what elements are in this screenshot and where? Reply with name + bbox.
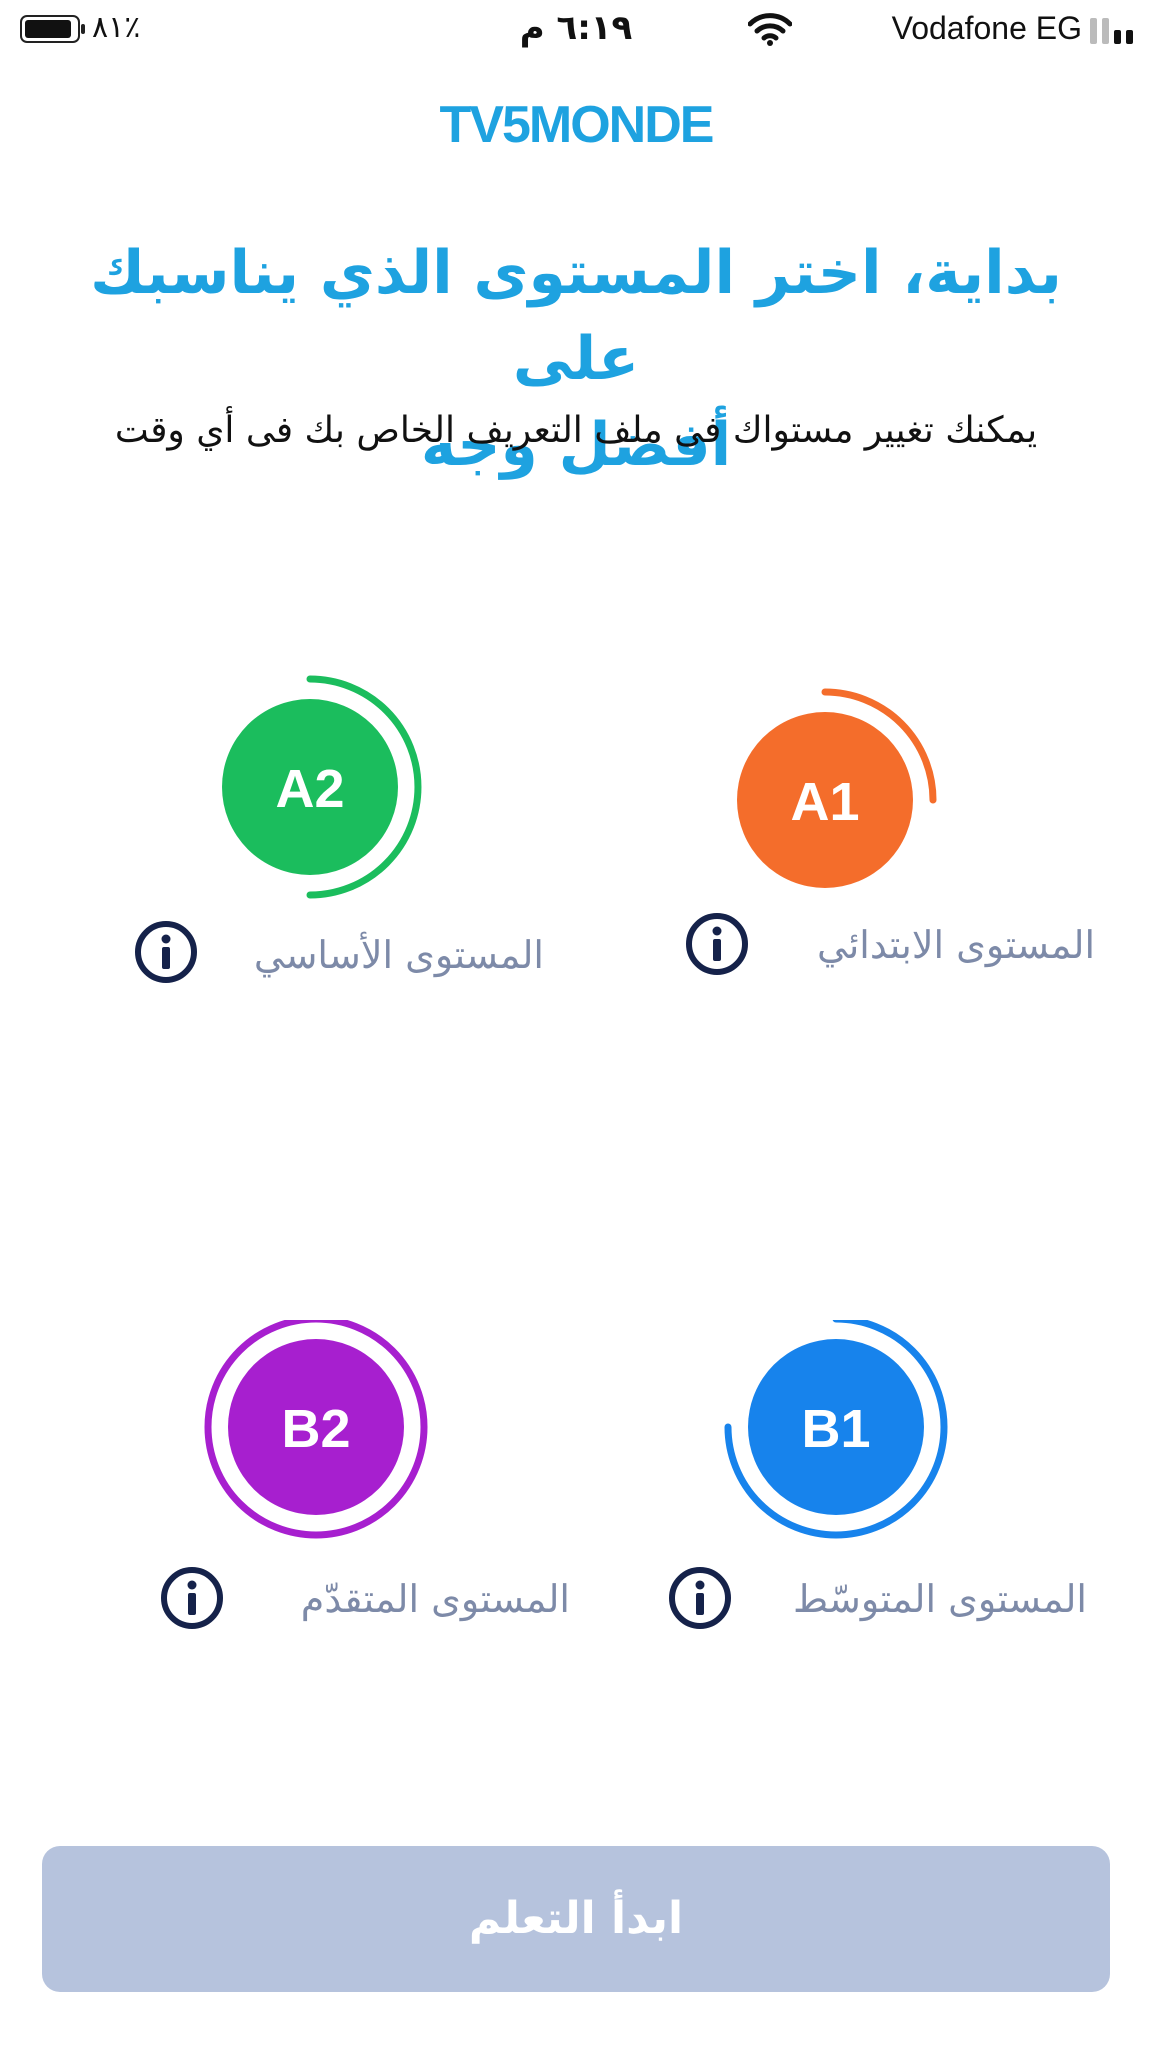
level-label-b2: المستوى المتقدّم — [300, 1577, 570, 1621]
info-button-b2[interactable] — [160, 1566, 224, 1630]
wifi-icon — [747, 12, 793, 46]
level-badge-b1: B1 — [724, 1320, 948, 1539]
info-button-b1[interactable] — [668, 1566, 732, 1630]
tv5monde-logo: TV5MONDE — [439, 96, 715, 154]
level-option-b1[interactable]: B1 المستوى المتوسّط — [655, 1320, 1095, 1650]
level-badge-a1: A1 — [737, 688, 937, 888]
level-label-b1: المستوى المتوسّط — [792, 1577, 1087, 1621]
level-code-a2: A2 — [275, 759, 344, 819]
page-title-line-1: بداية، اختر المستوى الذي يناسبك على — [90, 238, 1062, 394]
start-learning-button[interactable]: ابدأ التعلم — [42, 1846, 1110, 1992]
info-icon — [686, 913, 748, 975]
page-subtitle: يمكنك تغيير مستواك فى ملف التعريف الخاص … — [114, 410, 1038, 451]
level-code-b1: B1 — [801, 1399, 870, 1459]
info-icon — [135, 921, 197, 983]
level-option-a2[interactable]: A2 المستوى الأساسي — [120, 670, 560, 1000]
level-option-a1[interactable]: A1 المستوى الابتدائي — [655, 680, 1095, 1010]
level-label-a1: المستوى الابتدائي — [817, 923, 1095, 967]
info-button-a2[interactable] — [134, 920, 198, 984]
level-badge-b2: B2 — [204, 1320, 428, 1539]
carrier-name: Vodafone EG — [891, 10, 1082, 46]
level-label-a2: المستوى الأساسي — [253, 933, 544, 977]
info-icon — [161, 1567, 223, 1629]
level-option-b2[interactable]: B2 المستوى المتقدّم — [120, 1320, 570, 1650]
level-code-a1: A1 — [790, 772, 859, 832]
info-icon — [669, 1567, 731, 1629]
info-button-a1[interactable] — [685, 912, 749, 976]
status-bar: ٨١٪ ٦:١٩ م Vodafone EG — [0, 0, 1152, 60]
level-badge-a2: A2 — [222, 675, 422, 899]
level-code-b2: B2 — [281, 1399, 350, 1459]
signal-icon — [1090, 16, 1134, 44]
